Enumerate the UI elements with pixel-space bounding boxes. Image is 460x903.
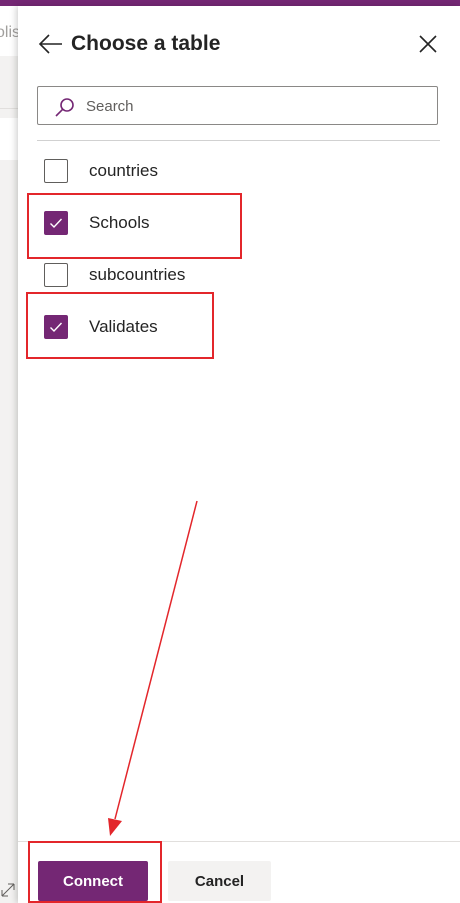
panel-title: Choose a table [71,32,221,55]
annotation-box-schools [27,193,242,259]
search-input[interactable] [86,93,426,119]
annotation-box-connect [28,841,162,903]
background-strip [0,118,18,160]
close-icon[interactable] [418,34,438,54]
expand-icon[interactable] [0,882,16,902]
cancel-button[interactable]: Cancel [168,861,271,901]
search-divider [37,140,440,141]
background-toolbar: olis [0,6,21,56]
background-app: olis [0,6,21,903]
search-icon [54,97,76,117]
background-partial-text: olis [0,24,21,41]
choose-table-panel: Choose a table countries Schools subcoun… [18,6,460,903]
table-option-label: countries [89,161,158,180]
checkbox[interactable] [44,263,68,287]
background-divider [0,108,18,109]
search-box[interactable] [37,86,438,125]
table-option-label: subcountries [89,265,186,284]
back-arrow-icon[interactable] [38,32,64,56]
annotation-box-validates [26,292,214,359]
checkbox[interactable] [44,159,68,183]
